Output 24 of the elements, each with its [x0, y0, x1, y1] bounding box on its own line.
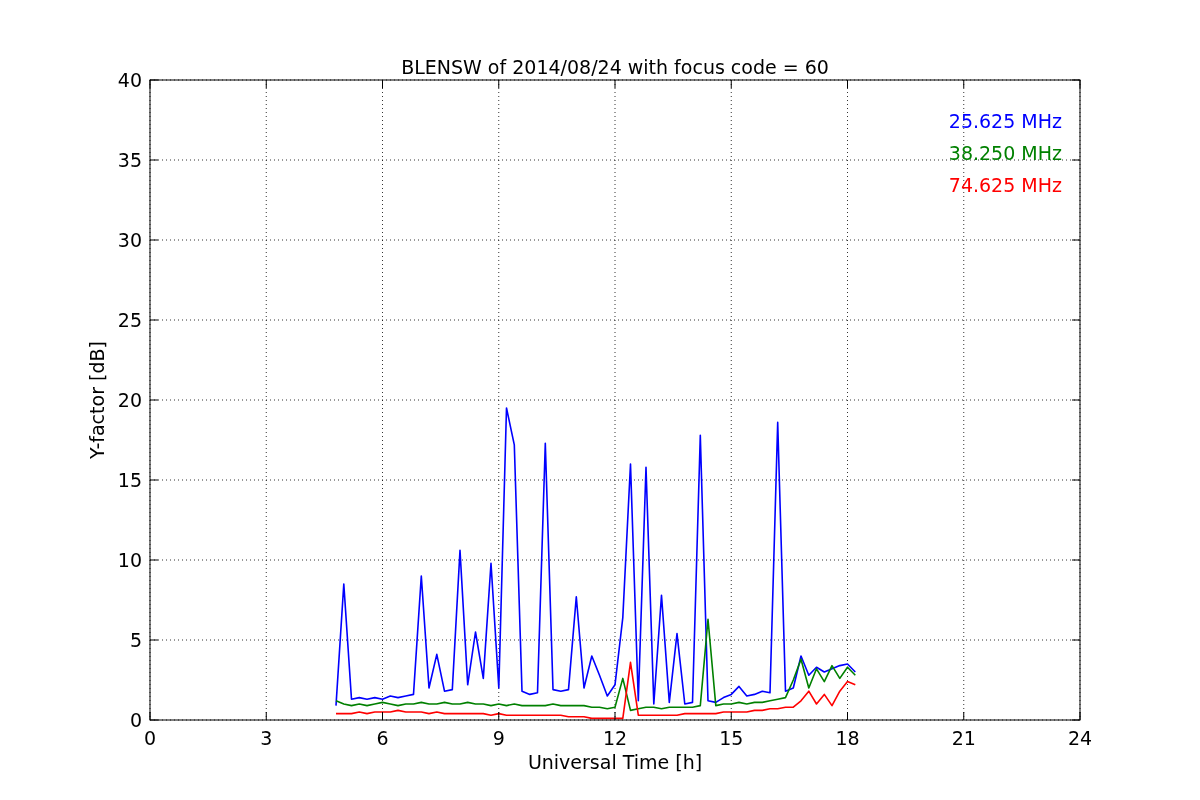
tick-label: 20	[117, 389, 142, 411]
tick-label: 0	[129, 709, 142, 731]
chart-title: BLENSW of 2014/08/24 with focus code = 60	[401, 56, 829, 78]
tick-label: 6	[376, 727, 389, 749]
tick-label: 21	[951, 727, 976, 749]
legend-label: 74.625 MHz	[948, 174, 1062, 196]
tick-label: 15	[719, 727, 744, 749]
tick-label: 18	[835, 727, 860, 749]
tick-label: 25	[117, 309, 142, 331]
tick-label: 3	[260, 727, 273, 749]
tick-label: 15	[117, 469, 142, 491]
tick-label: 30	[117, 229, 142, 251]
tick-label: 5	[129, 629, 142, 651]
tick-label: 10	[117, 549, 142, 571]
tick-label: 35	[117, 149, 142, 171]
tick-label: 12	[602, 727, 628, 749]
tick-label: 24	[1067, 727, 1093, 749]
legend-label: 38.250 MHz	[948, 142, 1062, 164]
tick-label: 40	[117, 69, 142, 91]
x-axis-label: Universal Time [h]	[527, 751, 703, 773]
tick-label: 0	[143, 727, 157, 749]
y-axis-label: Y-factor [dB]	[86, 341, 108, 459]
tick-label: 9	[492, 727, 505, 749]
legend-label: 25.625 MHz	[948, 110, 1062, 132]
